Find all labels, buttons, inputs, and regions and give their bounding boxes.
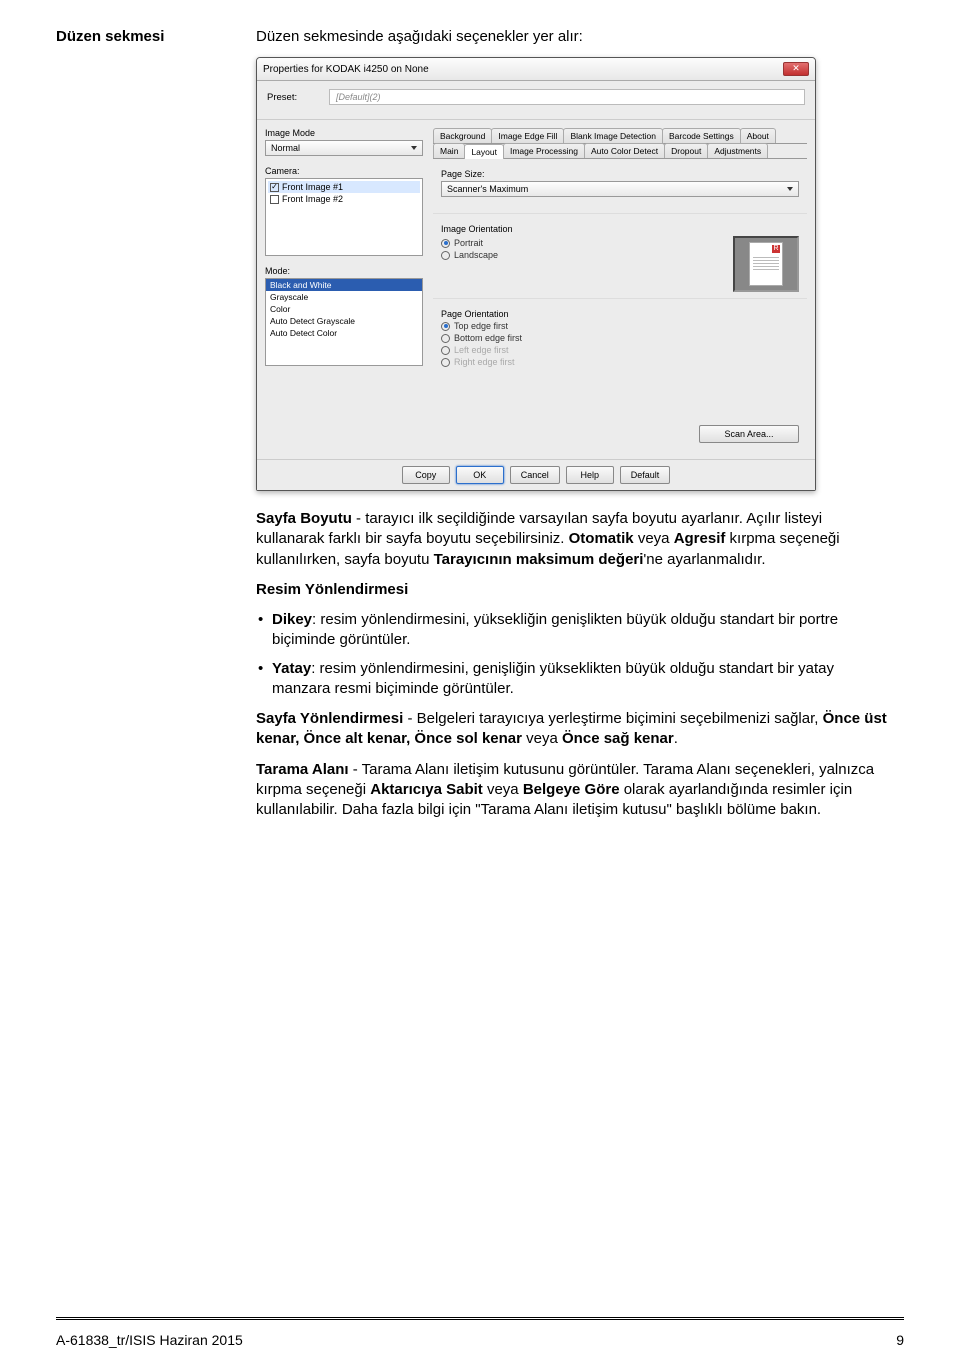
radio-icon — [441, 251, 450, 260]
tab-dropout[interactable]: Dropout — [664, 143, 708, 158]
text: veya — [483, 781, 523, 798]
orientation-preview: R — [733, 236, 799, 292]
radio-icon — [441, 358, 450, 367]
radio-icon — [441, 322, 450, 331]
page-size-value: Scanner's Maximum — [447, 184, 528, 194]
tab-image-processing[interactable]: Image Processing — [503, 143, 585, 158]
term: Aktarıcıya Sabit — [370, 781, 483, 798]
term: Belgeye Göre — [523, 781, 620, 798]
tab-auto-color-detect[interactable]: Auto Color Detect — [584, 143, 665, 158]
mode-item[interactable]: Grayscale — [266, 291, 422, 303]
chevron-down-icon — [787, 187, 793, 191]
term: Yatay — [272, 660, 311, 677]
text: 'ne ayarlanmalıdır. — [643, 551, 765, 568]
tab-main[interactable]: Main — [433, 143, 465, 158]
mode-listbox[interactable]: Black and White Grayscale Color Auto Det… — [265, 278, 423, 366]
cancel-button[interactable]: Cancel — [510, 466, 560, 484]
tab-blank-image-detection[interactable]: Blank Image Detection — [563, 128, 663, 143]
page-size-label: Page Size: — [441, 169, 799, 179]
camera-item-label: Front Image #2 — [282, 194, 343, 204]
list-item: Yatay: resim yönlendirmesini, genişliğin… — [256, 659, 890, 700]
term: Tarayıcının maksimum değeri — [434, 551, 644, 568]
radio-bottom-edge[interactable]: Bottom edge first — [441, 333, 799, 343]
subheading: Resim Yönlendirmesi — [256, 581, 408, 598]
dialog-title: Properties for KODAK i4250 on None — [263, 64, 429, 75]
mode-label: Mode: — [265, 266, 423, 276]
footer-left: A-61838_tr/ISIS Haziran 2015 — [56, 1332, 243, 1348]
camera-listbox[interactable]: ✓ Front Image #1 Front Image #2 — [265, 178, 423, 256]
term: Sayfa Yönlendirmesi — [256, 710, 403, 727]
image-orientation-label: Image Orientation — [441, 224, 799, 234]
text: : resim yönlendirmesini, yüksekliğin gen… — [272, 611, 838, 648]
section-intro: Düzen sekmesinde aşağıdaki seçenekler ye… — [256, 28, 583, 45]
chevron-down-icon — [411, 146, 417, 150]
checkbox-icon: ✓ — [270, 183, 279, 192]
text: : resim yönlendirmesini, genişliğin yüks… — [272, 660, 834, 697]
radio-portrait[interactable]: Portrait — [441, 238, 725, 248]
term: Sayfa Boyutu — [256, 510, 352, 527]
mode-item[interactable]: Auto Detect Grayscale — [266, 315, 422, 327]
scan-area-button[interactable]: Scan Area... — [699, 425, 799, 443]
radio-icon — [441, 239, 450, 248]
radio-label: Portrait — [454, 238, 483, 248]
radio-right-edge: Right edge first — [441, 357, 799, 367]
radio-label: Landscape — [454, 250, 498, 260]
text: - Belgeleri tarayıcıya yerleştirme biçim… — [403, 710, 822, 727]
term: Dikey — [272, 611, 312, 628]
term: Agresif — [674, 530, 726, 547]
help-button[interactable]: Help — [566, 466, 614, 484]
mode-item[interactable]: Color — [266, 303, 422, 315]
body-text: Sayfa Boyutu - tarayıcı ilk seçildiğinde… — [256, 509, 890, 820]
radio-label: Top edge first — [454, 321, 508, 331]
close-button[interactable]: ✕ — [783, 62, 809, 76]
tab-barcode-settings[interactable]: Barcode Settings — [662, 128, 741, 143]
page-size-dropdown[interactable]: Scanner's Maximum — [441, 181, 799, 197]
radio-label: Bottom edge first — [454, 333, 522, 343]
preset-input[interactable]: [Default](2) — [329, 89, 805, 105]
footer-rule — [56, 1317, 904, 1320]
ok-button[interactable]: OK — [456, 466, 504, 484]
tab-adjustments[interactable]: Adjustments — [707, 143, 768, 158]
radio-left-edge: Left edge first — [441, 345, 799, 355]
radio-top-edge[interactable]: Top edge first — [441, 321, 799, 331]
radio-label: Left edge first — [454, 345, 509, 355]
tab-image-edge-fill[interactable]: Image Edge Fill — [491, 128, 564, 143]
page-thumb-icon: R — [749, 242, 783, 286]
radio-landscape[interactable]: Landscape — [441, 250, 725, 260]
tab-background[interactable]: Background — [433, 128, 492, 143]
preset-label: Preset: — [267, 92, 317, 103]
tab-about[interactable]: About — [740, 128, 776, 143]
radio-icon — [441, 334, 450, 343]
text: veya — [522, 730, 562, 747]
image-mode-value: Normal — [271, 143, 300, 153]
list-item: Dikey: resim yönlendirmesini, yüksekliği… — [256, 610, 890, 651]
camera-item-label: Front Image #1 — [282, 182, 343, 192]
text: . — [674, 730, 678, 747]
term: Önce sağ kenar — [562, 730, 674, 747]
section-heading: Düzen sekmesi — [56, 28, 236, 45]
tab-layout[interactable]: Layout — [464, 144, 504, 159]
mode-item[interactable]: Auto Detect Color — [266, 327, 422, 339]
radio-label: Right edge first — [454, 357, 515, 367]
radio-icon — [441, 346, 450, 355]
properties-dialog: Properties for KODAK i4250 on None ✕ Pre… — [256, 57, 816, 491]
copy-button[interactable]: Copy — [402, 466, 450, 484]
checkbox-icon — [270, 195, 279, 204]
term: Otomatik — [569, 530, 634, 547]
term: Tarama Alanı — [256, 761, 349, 778]
image-mode-dropdown[interactable]: Normal — [265, 140, 423, 156]
camera-label: Camera: — [265, 166, 423, 176]
image-mode-label: Image Mode — [265, 128, 423, 138]
page-number: 9 — [896, 1332, 904, 1348]
page-orientation-label: Page Orientation — [441, 309, 799, 319]
default-button[interactable]: Default — [620, 466, 671, 484]
mode-item[interactable]: Black and White — [266, 279, 422, 291]
text: veya — [634, 530, 674, 547]
camera-item[interactable]: ✓ Front Image #1 — [268, 181, 420, 193]
camera-item[interactable]: Front Image #2 — [268, 193, 420, 205]
